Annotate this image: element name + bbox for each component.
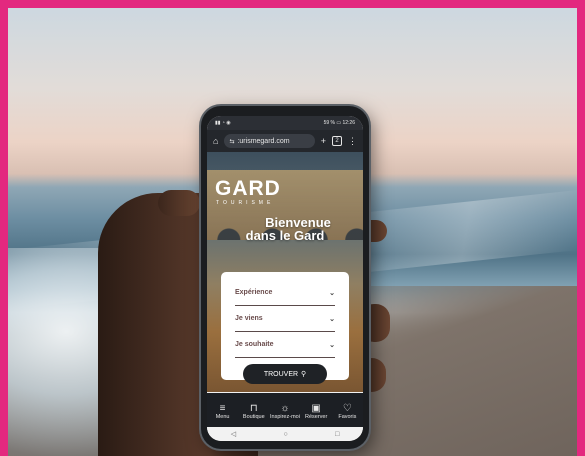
smartphone: ▮▮ ◔ ◉ 59 % ▭ 12:26 ⌂ ⇆ :urismegard.com …: [201, 106, 369, 449]
url-text: :urismegard.com: [237, 137, 290, 145]
search-icon: ⚲: [301, 371, 307, 378]
new-tab-icon[interactable]: +: [321, 136, 326, 146]
chevron-down-icon: ⌄: [329, 289, 335, 297]
tab-switcher[interactable]: 2: [332, 136, 342, 146]
origin-select[interactable]: Je viens ⌄: [235, 306, 335, 332]
phone-screen: ▮▮ ◔ ◉ 59 % ▭ 12:26 ⌂ ⇆ :urismegard.com …: [207, 116, 363, 441]
status-time: 12:26: [342, 120, 355, 126]
nav-label: Favoris: [338, 413, 357, 420]
nav-item-reserver[interactable]: ▣ Réserver: [301, 403, 331, 420]
find-button-label: TROUVER: [263, 370, 299, 378]
find-button[interactable]: TROUVER ⚲: [243, 364, 327, 384]
photo-frame: ▮▮ ◔ ◉ 59 % ▭ 12:26 ⌂ ⇆ :urismegard.com …: [8, 8, 577, 456]
chevron-down-icon: ⌄: [329, 341, 335, 349]
home-icon[interactable]: ⌂: [213, 136, 218, 146]
calendar-icon: ▣: [311, 402, 321, 414]
bottom-navigation: ≡ Menu ⊓ Boutique ☼ Inspirez-moi ▣ Réser…: [207, 393, 363, 427]
nav-label: Boutique: [242, 413, 265, 420]
basket-icon: ⊓: [249, 402, 258, 414]
welcome-heading: Bienvenue dans le Gard: [207, 216, 363, 242]
welcome-line-2: dans le Gard: [245, 228, 325, 243]
browser-toolbar: ⌂ ⇆ :urismegard.com + 2 ⋮: [207, 130, 363, 152]
index-finger: [158, 190, 200, 216]
experience-label: Expérience: [235, 289, 273, 296]
idea-icon: ☼: [280, 402, 290, 414]
nav-label: Inspirez-moi: [269, 413, 300, 420]
nav-item-menu[interactable]: ≡ Menu: [208, 403, 238, 420]
menu-icon: ≡: [219, 402, 226, 414]
heart-icon: ♡: [342, 402, 352, 414]
home-circle-icon[interactable]: ○: [283, 431, 287, 438]
nav-label: Menu: [215, 413, 230, 420]
wish-select[interactable]: Je souhaite ⌄: [235, 332, 335, 358]
hero-section: GARD TOURISME Bienvenue dans le Gard Exp…: [207, 152, 363, 392]
chevron-down-icon: ⌄: [329, 315, 335, 323]
system-navigation: ◁ ○ □: [207, 427, 363, 441]
status-bar: ▮▮ ◔ ◉ 59 % ▭ 12:26: [207, 116, 363, 130]
origin-label: Je viens: [235, 315, 263, 322]
battery-level: 59 %: [323, 120, 335, 126]
battery-icon: ▭: [336, 120, 342, 126]
back-icon[interactable]: ◁: [231, 430, 236, 438]
status-right: 59 % ▭ 12:26: [324, 120, 355, 126]
address-bar[interactable]: ⇆ :urismegard.com: [224, 134, 315, 148]
nav-item-favoris[interactable]: ♡ Favoris: [332, 403, 362, 420]
signal-icon: ▮▮ ◔ ◉: [215, 120, 231, 126]
wish-label: Je souhaite: [235, 341, 274, 348]
more-options-icon[interactable]: ⋮: [348, 136, 357, 146]
experience-select[interactable]: Expérience ⌄: [235, 280, 335, 306]
search-card: Expérience ⌄ Je viens ⌄ Je souhaite ⌄ TR…: [221, 272, 349, 384]
nav-item-inspirez-moi[interactable]: ☼ Inspirez-moi: [270, 403, 300, 420]
gard-logo[interactable]: GARD: [215, 178, 281, 199]
nav-item-boutique[interactable]: ⊓ Boutique: [239, 403, 269, 420]
nav-label: Réserver: [305, 413, 328, 420]
recents-icon[interactable]: □: [335, 431, 339, 438]
gard-logo-subtitle: TOURISME: [216, 200, 275, 206]
site-settings-icon[interactable]: ⇆: [229, 138, 234, 145]
